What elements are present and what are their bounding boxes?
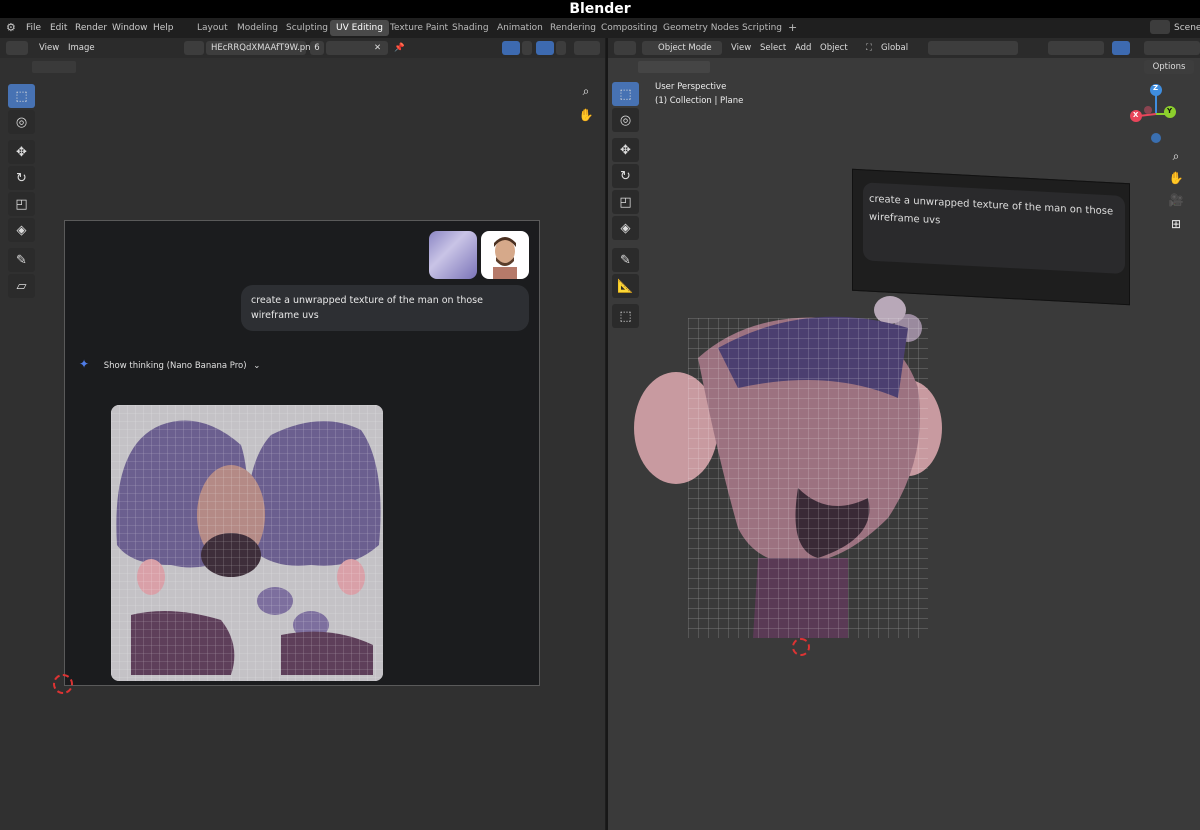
3d-cursor-icon	[792, 638, 810, 656]
select-mode-buttons[interactable]	[32, 61, 76, 73]
menu-file[interactable]: File	[26, 18, 41, 38]
vp-select-box-tool-icon[interactable]: ⬚	[612, 82, 639, 106]
pin-icon[interactable]: 📌	[394, 38, 405, 58]
tab-uv-editing[interactable]: UV Editing	[330, 20, 389, 36]
billboard-text: create a unwrapped texture of the man on…	[863, 182, 1125, 275]
editor-type-3d-icon[interactable]	[614, 41, 636, 55]
image-browse-icon[interactable]	[184, 41, 204, 55]
vp-annotate-tool-icon[interactable]: ✎	[612, 248, 639, 272]
textured-head-mesh	[634, 296, 942, 638]
viewport-select-mode-buttons[interactable]	[638, 61, 710, 73]
close-icon[interactable]: ✕	[374, 38, 381, 58]
transform-tool-icon[interactable]: ◈	[8, 218, 35, 242]
grab-tool-icon[interactable]: ▱	[8, 274, 35, 298]
shading-mode-buttons[interactable]	[1144, 41, 1200, 55]
pan-hand-icon[interactable]: ✋	[576, 108, 596, 128]
viewport-header: Object Mode View Select Add Object ⛶ Glo…	[608, 38, 1200, 58]
viewport-menu-view[interactable]: View	[731, 38, 751, 58]
sparkle-icon: ✦	[79, 357, 90, 371]
overlay-icon[interactable]	[536, 41, 554, 55]
perspective-toggle-icon[interactable]: ⊞	[1166, 214, 1186, 234]
snap-dropdown-icon[interactable]	[522, 41, 532, 55]
vp-cursor-tool-icon[interactable]: ◎	[612, 108, 639, 132]
tab-sculpting[interactable]: Sculpting	[280, 20, 334, 36]
transform-orientation-icon[interactable]: ⛶	[866, 38, 872, 58]
vp-transform-tool-icon[interactable]: ◈	[612, 216, 639, 240]
tab-texture-paint[interactable]: Texture Paint	[384, 20, 454, 36]
image-users-count[interactable]: 6	[310, 41, 324, 55]
unwrapped-texture-image	[111, 405, 383, 681]
uv-template-thumbnail	[429, 231, 477, 279]
camera-view-icon[interactable]: 🎥	[1166, 190, 1186, 210]
menu-render[interactable]: Render	[75, 18, 107, 38]
viewport-menu-add[interactable]: Add	[795, 38, 811, 58]
scene-selector-icon[interactable]	[1150, 20, 1170, 34]
tab-rendering[interactable]: Rendering	[544, 20, 602, 36]
tab-shading[interactable]: Shading	[446, 20, 495, 36]
cursor-tool-icon[interactable]: ◎	[8, 110, 35, 134]
pivot-snap-controls[interactable]	[928, 41, 1018, 55]
rotate-tool-icon[interactable]: ↻	[8, 166, 35, 190]
vp-move-tool-icon[interactable]: ✥	[612, 138, 639, 162]
vp-scale-tool-icon[interactable]: ◰	[612, 190, 639, 214]
image-name-field[interactable]: HEcRRQdXMAAfT9W.png	[206, 41, 316, 55]
menu-edit[interactable]: Edit	[50, 18, 67, 38]
move-tool-icon[interactable]: ✥	[8, 140, 35, 164]
man-photo-thumbnail	[481, 231, 529, 279]
scene-name[interactable]: Scene	[1174, 18, 1200, 38]
display-channels-icon[interactable]	[574, 41, 600, 55]
orientation-dropdown[interactable]: Global	[881, 38, 908, 58]
tab-compositing[interactable]: Compositing	[595, 20, 663, 36]
top-bar: ⚙ File Edit Render Window Help Layout Mo…	[0, 18, 1200, 38]
viewport-menu-select[interactable]: Select	[760, 38, 786, 58]
uv-editor-area[interactable]: ⬚ ◎ ✥ ↻ ◰ ◈ ✎ ▱ ⌕ ✋ create a unwrapped t…	[0, 58, 605, 830]
uv-menu-view[interactable]: View	[39, 38, 59, 58]
viewport-menu-object[interactable]: Object	[820, 38, 848, 58]
window-title: Blender	[0, 0, 1200, 18]
navigation-gizmo[interactable]: Z Y X	[1124, 82, 1194, 152]
view-perspective-label: User Perspective	[655, 82, 727, 92]
show-thinking-label: Show thinking (Nano Banana Pro)	[103, 361, 247, 371]
uv-menu-image[interactable]: Image	[68, 38, 95, 58]
options-dropdown[interactable]: Options	[1144, 60, 1194, 74]
add-workspace-button[interactable]: +	[782, 20, 803, 36]
scale-tool-icon[interactable]: ◰	[8, 192, 35, 216]
gizmo-z-label: Z	[1153, 84, 1159, 92]
show-thinking-toggle[interactable]: ✦ Show thinking (Nano Banana Pro) ⌄	[79, 357, 260, 371]
overlay-dropdown-icon[interactable]	[556, 41, 566, 55]
editor-type-icon[interactable]	[6, 41, 28, 55]
tab-geometry-nodes[interactable]: Geometry Nodes	[657, 20, 745, 36]
text-plane-object: create a unwrapped texture of the man on…	[852, 168, 1130, 306]
chevron-down-icon: ⌄	[253, 361, 261, 371]
select-box-tool-icon[interactable]: ⬚	[8, 84, 35, 108]
object-mode-dropdown[interactable]: Object Mode	[642, 41, 722, 55]
tab-scripting[interactable]: Scripting	[736, 20, 788, 36]
uv-image-canvas: create a unwrapped texture of the man on…	[64, 220, 540, 686]
menu-help[interactable]: Help	[153, 18, 174, 38]
visibility-controls[interactable]	[1048, 41, 1104, 55]
gizmo-y-label: Y	[1167, 107, 1173, 115]
gizmo-x-label: X	[1133, 111, 1139, 119]
viewport-overlay-icon[interactable]	[1112, 41, 1130, 55]
vp-zoom-icon[interactable]: ⌕	[1166, 146, 1186, 166]
tab-animation[interactable]: Animation	[491, 20, 549, 36]
active-collection-label: (1) Collection | Plane	[655, 96, 744, 106]
tab-layout[interactable]: Layout	[191, 20, 234, 36]
menu-window[interactable]: Window	[112, 18, 148, 38]
uv-editor-header: View Image HEcRRQdXMAAfT9W.png 6 ✕ 📌	[0, 38, 605, 58]
vp-rotate-tool-icon[interactable]: ↻	[612, 164, 639, 188]
zoom-icon[interactable]: ⌕	[576, 84, 596, 104]
chat-prompt-bubble: create a unwrapped texture of the man on…	[241, 285, 529, 331]
2d-cursor-icon	[53, 674, 73, 694]
tab-modeling[interactable]: Modeling	[231, 20, 284, 36]
blender-logo-icon[interactable]: ⚙	[6, 18, 16, 38]
snap-icon[interactable]	[502, 41, 520, 55]
viewport-3d-area[interactable]: Options ⬚ ◎ ✥ ↻ ◰ ◈ ✎ 📐 ⬚ User Perspecti…	[608, 58, 1200, 830]
annotate-tool-icon[interactable]: ✎	[8, 248, 35, 272]
vp-pan-hand-icon[interactable]: ✋	[1166, 168, 1186, 188]
